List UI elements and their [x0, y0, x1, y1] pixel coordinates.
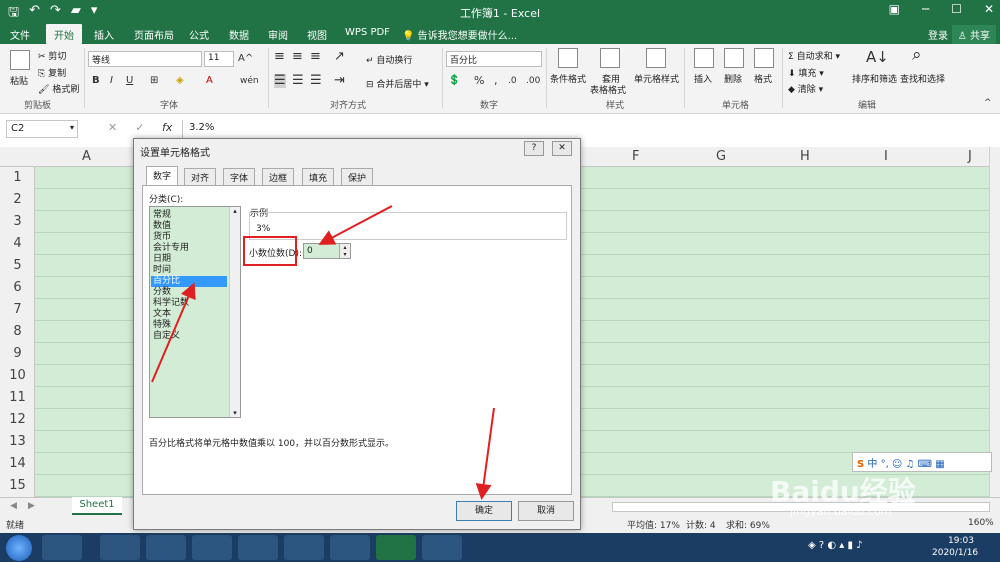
annotation-arrows: [151, 205, 495, 500]
arrow-to-ok: [475, 407, 495, 500]
arrow-to-percent: [151, 282, 196, 383]
arrow-to-decimals: [318, 205, 393, 245]
